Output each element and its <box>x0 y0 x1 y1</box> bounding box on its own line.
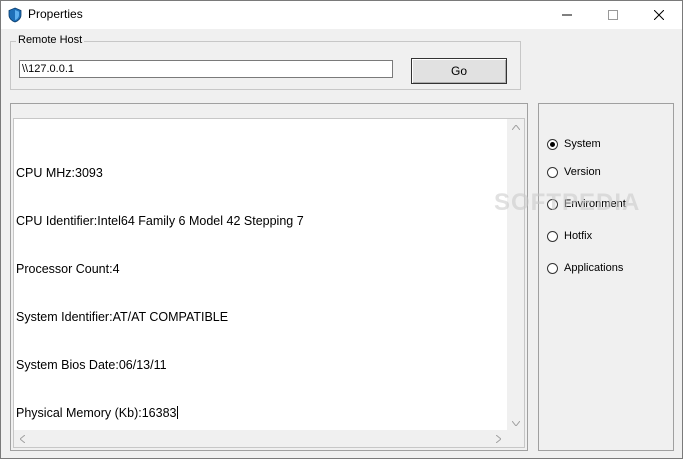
radio-applications[interactable]: Applications <box>547 260 623 276</box>
radio-unchecked-icon[interactable] <box>547 262 558 274</box>
radio-label: Hotfix <box>564 230 593 242</box>
radio-unchecked-icon[interactable] <box>547 230 558 242</box>
close-button[interactable] <box>636 1 682 29</box>
output-text: CPU MHz:3093 CPU Identifier:Intel64 Fami… <box>16 133 510 453</box>
radio-system[interactable]: System <box>547 136 601 152</box>
scroll-up-icon[interactable] <box>507 119 524 136</box>
softpedia-watermark: SOFTPEDIA <box>494 189 641 216</box>
radio-label: Applications <box>564 262 624 274</box>
output-line-last: Physical Memory (Kb):16383 <box>16 405 510 421</box>
go-button[interactable]: Go <box>411 58 507 84</box>
radio-label: System <box>564 138 601 150</box>
scroll-left-icon[interactable] <box>14 430 31 447</box>
close-icon <box>654 10 664 20</box>
minimize-button[interactable] <box>544 1 590 29</box>
remote-host-input[interactable]: \\127.0.0.1 <box>19 60 393 78</box>
radio-version[interactable]: Version <box>547 164 601 180</box>
output-line: Physical Memory (Kb):16383 <box>16 406 177 420</box>
horizontal-scrollbar[interactable] <box>14 430 507 447</box>
output-line: Processor Count:4 <box>16 262 120 276</box>
output-textarea[interactable]: CPU MHz:3093 CPU Identifier:Intel64 Fami… <box>13 118 525 448</box>
radio-hotfix[interactable]: Hotfix <box>547 228 592 244</box>
output-line: System Bios Date:06/13/11 <box>16 358 167 372</box>
title-bar[interactable]: Properties <box>1 1 682 29</box>
scrollbar-corner <box>507 430 524 447</box>
properties-window: Properties Remote Host \\127.0.0.1 Go CP… <box>0 0 683 459</box>
maximize-icon <box>608 10 618 20</box>
output-line: System Identifier:AT/AT COMPATIBLE <box>16 310 229 324</box>
remote-host-label: Remote Host <box>16 34 85 46</box>
minimize-icon <box>562 14 572 16</box>
scroll-right-icon[interactable] <box>490 430 507 447</box>
radio-unchecked-icon[interactable] <box>547 166 558 178</box>
output-line: CPU MHz:3093 <box>16 166 103 180</box>
options-panel: System Version Environment Hotfix Applic… <box>538 103 674 451</box>
output-panel: CPU MHz:3093 CPU Identifier:Intel64 Fami… <box>10 103 528 451</box>
maximize-button[interactable] <box>590 1 636 29</box>
shield-app-icon <box>8 7 22 23</box>
output-line: CPU Identifier:Intel64 Family 6 Model 42… <box>16 214 304 228</box>
radio-checked-icon[interactable] <box>547 138 558 150</box>
window-title: Properties <box>28 7 83 21</box>
vertical-scrollbar[interactable] <box>507 119 524 432</box>
radio-label: Version <box>564 166 601 178</box>
remote-host-group: Remote Host \\127.0.0.1 Go <box>10 34 521 90</box>
text-caret <box>177 406 179 419</box>
